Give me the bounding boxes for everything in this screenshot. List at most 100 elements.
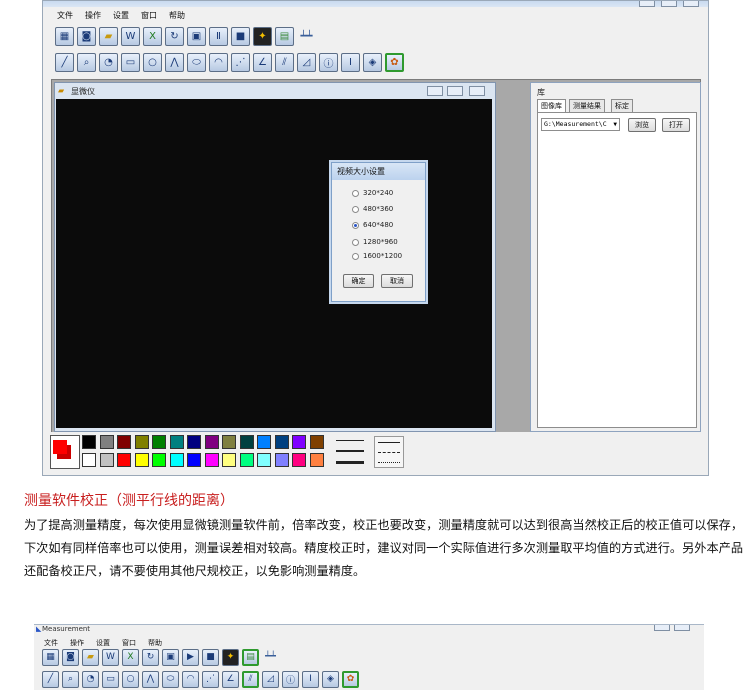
option-480x360[interactable]: 480*360 bbox=[352, 205, 393, 213]
option-1600x1200[interactable]: 1600*1200 bbox=[352, 252, 402, 260]
palette-icon[interactable]: ✿ bbox=[385, 52, 404, 72]
open-button[interactable]: 打开 bbox=[662, 118, 690, 132]
ruler-icon[interactable]: ┷┷ bbox=[297, 27, 316, 46]
circle-tool-icon[interactable]: ◔ bbox=[99, 52, 118, 72]
rectangle-icon[interactable]: ▭ bbox=[102, 670, 119, 688]
folder-open-icon[interactable]: ▰ bbox=[99, 26, 118, 46]
word-export-icon[interactable]: W bbox=[121, 26, 140, 46]
column-icon[interactable]: Ⅰ bbox=[341, 52, 360, 72]
excel-export-icon[interactable]: X bbox=[143, 26, 162, 46]
radio-selected-icon[interactable] bbox=[352, 221, 359, 229]
palette-swatch[interactable] bbox=[152, 435, 166, 449]
menu-help[interactable]: 帮助 bbox=[169, 9, 185, 23]
maximize-button-2[interactable] bbox=[674, 625, 690, 631]
play-icon[interactable]: ▶ bbox=[182, 648, 199, 666]
radio-icon[interactable] bbox=[352, 189, 359, 197]
palette-swatch[interactable] bbox=[117, 453, 131, 467]
info-icon[interactable]: ⓘ bbox=[319, 52, 338, 72]
rectangle-icon[interactable]: ▭ bbox=[121, 52, 140, 72]
current-color-box[interactable] bbox=[50, 435, 80, 469]
option-320x240[interactable]: 320*240 bbox=[352, 189, 393, 197]
palette-swatch[interactable] bbox=[152, 453, 166, 467]
info-icon[interactable]: ⓘ bbox=[282, 670, 299, 688]
palette-swatch[interactable] bbox=[187, 435, 201, 449]
close-button[interactable] bbox=[683, 1, 699, 7]
palette-swatch[interactable] bbox=[204, 435, 219, 449]
refresh-icon[interactable]: ↻ bbox=[165, 26, 184, 46]
child-close-button[interactable] bbox=[469, 86, 485, 96]
column-icon[interactable]: Ⅰ bbox=[302, 670, 319, 688]
line-style-dotted[interactable] bbox=[378, 462, 400, 463]
parallel-lines-icon[interactable]: ⫽ bbox=[242, 670, 259, 688]
ruler-icon[interactable]: ┷┷ bbox=[262, 649, 279, 666]
ok-button[interactable]: 确定 bbox=[343, 274, 374, 288]
palette-swatch[interactable] bbox=[169, 453, 184, 467]
line-style-solid[interactable] bbox=[378, 442, 400, 443]
palette-swatch[interactable] bbox=[99, 453, 114, 467]
point-line-icon[interactable]: ⋰ bbox=[202, 670, 219, 688]
palette-swatch[interactable] bbox=[239, 453, 254, 467]
line-width-thin[interactable] bbox=[336, 440, 364, 441]
palette-swatch[interactable] bbox=[257, 435, 271, 449]
palette-swatch[interactable] bbox=[292, 453, 306, 467]
path-select[interactable]: G:\Measurement\C ▼ bbox=[541, 118, 620, 131]
palette-swatch[interactable] bbox=[309, 453, 324, 467]
palette-swatch[interactable] bbox=[204, 453, 219, 467]
tab-image-library[interactable]: 图像库 bbox=[537, 99, 566, 113]
line-width-medium[interactable] bbox=[336, 450, 364, 452]
radio-icon[interactable] bbox=[352, 205, 359, 213]
child-restore-button[interactable] bbox=[447, 86, 463, 96]
grid-icon[interactable]: ▤ bbox=[275, 26, 294, 46]
camera-icon[interactable]: ◙ bbox=[62, 648, 79, 666]
line-icon[interactable]: ╱ bbox=[55, 52, 74, 72]
radio-icon[interactable] bbox=[352, 238, 359, 246]
grid-icon[interactable]: ▤ bbox=[242, 648, 259, 666]
refresh-icon[interactable]: ↻ bbox=[142, 648, 159, 666]
menu-window[interactable]: 窗口 bbox=[141, 9, 157, 23]
protractor-icon[interactable]: ◿ bbox=[297, 52, 316, 72]
diamond-icon[interactable]: ◈ bbox=[363, 52, 382, 72]
palette-swatch[interactable] bbox=[239, 435, 254, 449]
palette-swatch[interactable] bbox=[274, 453, 289, 467]
palette-swatch[interactable] bbox=[99, 435, 114, 449]
menu-settings[interactable]: 设置 bbox=[113, 9, 129, 23]
polyline-icon[interactable]: ⋀ bbox=[165, 52, 184, 72]
protractor-icon[interactable]: ◿ bbox=[262, 670, 279, 688]
stop-icon[interactable]: ■ bbox=[202, 648, 219, 666]
video-preview[interactable] bbox=[56, 99, 492, 428]
cancel-button[interactable]: 取消 bbox=[381, 274, 413, 288]
palette-swatch[interactable] bbox=[82, 453, 96, 467]
zoom-icon[interactable]: ⌕ bbox=[77, 52, 96, 72]
oval-icon[interactable]: ⬭ bbox=[162, 670, 179, 688]
palette-swatch[interactable] bbox=[134, 453, 149, 467]
minimize-button-2[interactable] bbox=[654, 625, 670, 631]
minimize-button[interactable] bbox=[639, 1, 655, 7]
palette-swatch[interactable] bbox=[274, 435, 289, 449]
palette-swatch[interactable] bbox=[117, 435, 131, 449]
video-icon[interactable]: ▦ bbox=[42, 648, 59, 666]
palette-swatch[interactable] bbox=[222, 435, 236, 449]
browse-button[interactable]: 浏览 bbox=[628, 118, 656, 132]
menu-operate[interactable]: 操作 bbox=[85, 9, 101, 23]
line-style-selector[interactable] bbox=[374, 436, 404, 468]
line-style-dashed[interactable] bbox=[378, 452, 400, 453]
palette-swatch[interactable] bbox=[222, 453, 236, 467]
diamond-icon[interactable]: ◈ bbox=[322, 670, 339, 688]
palette-swatch[interactable] bbox=[309, 435, 324, 449]
arc-icon[interactable]: ◠ bbox=[182, 670, 199, 688]
tab-measure-results[interactable]: 测量结果 bbox=[569, 99, 605, 112]
folder-open-icon[interactable]: ▰ bbox=[82, 648, 99, 666]
palette-swatch[interactable] bbox=[257, 453, 271, 467]
zoom-icon[interactable]: ⌕ bbox=[62, 670, 79, 688]
maximize-button[interactable] bbox=[661, 1, 677, 7]
angle-icon[interactable]: ∠ bbox=[253, 52, 272, 72]
wrench-icon[interactable]: ✦ bbox=[222, 648, 239, 666]
palette-swatch[interactable] bbox=[292, 435, 306, 449]
save-icon[interactable]: ▣ bbox=[162, 648, 179, 666]
palette-swatch[interactable] bbox=[187, 453, 201, 467]
arc-icon[interactable]: ◠ bbox=[209, 52, 228, 72]
ellipse-icon[interactable]: ○ bbox=[143, 52, 162, 72]
palette-icon[interactable]: ✿ bbox=[342, 670, 359, 688]
child-minimize-button[interactable] bbox=[427, 86, 443, 96]
menu-file[interactable]: 文件 bbox=[57, 9, 73, 23]
